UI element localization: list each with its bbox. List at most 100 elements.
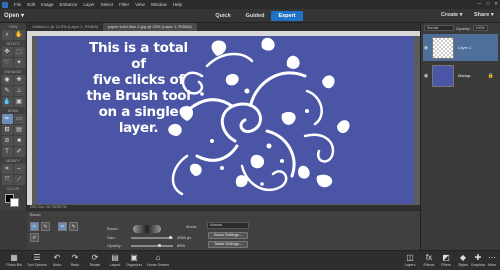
menu-help[interactable]: Help: [173, 2, 182, 7]
more-button[interactable]: ⋯ More: [485, 252, 499, 267]
size-slider-knob[interactable]: [169, 236, 172, 239]
layout-button[interactable]: ▤ Layout: [105, 252, 125, 267]
organizer-icon: ▣: [130, 253, 138, 262]
content-aware-move-tool-icon[interactable]: ⤧: [1, 175, 13, 185]
opacity-slider[interactable]: [131, 245, 173, 247]
home-screen-button[interactable]: ⌂ Home Screen: [146, 252, 170, 267]
redo-button[interactable]: ↷ Redo: [67, 252, 83, 267]
minimize-button[interactable]: —: [477, 1, 482, 7]
effects-button[interactable]: fx Effects: [421, 252, 437, 267]
crop-tool-icon[interactable]: ⌗: [1, 164, 13, 174]
clone-stamp-tool-icon[interactable]: ⊥: [13, 86, 25, 96]
menu-view[interactable]: View: [135, 2, 145, 7]
menu-filter[interactable]: Filter: [119, 2, 129, 7]
graphics-button[interactable]: ✚ Graphics: [470, 252, 486, 267]
styles-button[interactable]: ◆ Styles: [455, 252, 471, 267]
mode-expert[interactable]: Expert: [271, 11, 303, 21]
straighten-tool-icon[interactable]: ⟋: [13, 175, 25, 185]
tools-section-modify: MODIFY: [6, 159, 20, 163]
lasso-tool-icon[interactable]: ➰: [1, 58, 13, 68]
brush-preview[interactable]: [133, 225, 161, 233]
recompose-tool-icon[interactable]: ⇔: [13, 164, 25, 174]
brush-tool-icon[interactable]: ✏: [1, 114, 13, 124]
tools-section-enhance: ENHANCE: [4, 70, 22, 74]
eye-icon[interactable]: ◉: [423, 45, 429, 51]
tool-options-panel: Brush ✏ ✎ ✐ ✏ ✎ Brush: Size: 2000 px Opa…: [27, 210, 420, 250]
create-button[interactable]: Create ▾: [441, 12, 462, 18]
paint-bucket-tool-icon[interactable]: ⛾: [1, 125, 13, 135]
app-logo: [2, 1, 8, 8]
blur-tool-icon[interactable]: 💧: [1, 97, 13, 107]
shape-tool-icon[interactable]: ■: [13, 136, 25, 146]
tools-panel: VIEW ⌕ ✋ SELECT ✥ ⬚ ➰ ✦ ENHANCE ◉ ✚ ✎ ⊥ …: [0, 23, 27, 210]
menu-file[interactable]: File: [14, 2, 21, 7]
tools-section-color: COLOR: [6, 187, 20, 191]
sponge-tool-icon[interactable]: ▣: [13, 97, 25, 107]
pencil-tool-icon[interactable]: ✐: [13, 147, 25, 157]
brush-settings-button[interactable]: Brush Settings...: [208, 232, 248, 239]
maximize-button[interactable]: □: [487, 1, 490, 7]
filters-button[interactable]: ◩ Filters: [438, 252, 454, 267]
move-tool-icon[interactable]: ✥: [1, 47, 13, 57]
mode-label: Mode:: [186, 224, 198, 229]
menu-image[interactable]: Image: [41, 2, 54, 7]
share-button[interactable]: Share ▾: [474, 12, 494, 18]
open-button[interactable]: Open ▾: [4, 12, 24, 19]
background-color-swatch[interactable]: [10, 198, 19, 207]
mode-quick[interactable]: Quick: [207, 11, 239, 21]
organizer-button[interactable]: ▣ Organizer: [123, 252, 145, 267]
color-picker-tool-icon[interactable]: ⊘: [1, 136, 13, 146]
tools-section-draw: DRAW: [7, 109, 19, 113]
color-replacement-brush-button[interactable]: ✐: [30, 233, 39, 242]
brush-mode-button[interactable]: ✏: [58, 222, 67, 231]
layer-row-background[interactable]: ◉ Backgr... 🔒: [423, 62, 498, 89]
magic-wand-tool-icon[interactable]: ✦: [13, 58, 25, 68]
marquee-tool-icon[interactable]: ⬚: [13, 47, 25, 57]
menu-enhance[interactable]: Enhance: [60, 2, 78, 7]
layers-panel: Normal Opacity: 100% ◉ Layer 1 ◉ Backgr.…: [420, 23, 500, 250]
type-tool-icon[interactable]: T: [1, 147, 13, 157]
opacity-value: 69%: [177, 243, 186, 248]
blend-mode-dropdown[interactable]: Normal: [424, 25, 454, 31]
size-label: Size:: [107, 235, 116, 240]
menu-select[interactable]: Select: [101, 2, 114, 7]
gradient-tool-icon[interactable]: ▤: [13, 125, 25, 135]
eye-tool-icon[interactable]: ◉: [1, 75, 13, 85]
airbrush-mode-button[interactable]: ✎: [69, 222, 78, 231]
size-slider[interactable]: [131, 237, 173, 239]
mode-dropdown[interactable]: Normal: [207, 222, 249, 229]
zoom-tool-icon[interactable]: ⌕: [1, 30, 13, 40]
layer-row-layer-1[interactable]: ◉ Layer 1: [423, 34, 498, 61]
mode-guided[interactable]: Guided: [239, 11, 271, 21]
lock-icon: 🔒: [487, 72, 494, 79]
photo-bin-button[interactable]: ▦ Photo Bin: [3, 252, 25, 267]
canvas-image[interactable]: This is a total of five clicks of the Br…: [37, 36, 414, 204]
tablet-settings-button[interactable]: Tablet Settings...: [208, 241, 248, 248]
tool-options-button[interactable]: ☰ Tool Options: [25, 252, 49, 267]
hand-tool-icon[interactable]: ✋: [13, 30, 25, 40]
layers-button[interactable]: ◫ Layers: [402, 252, 418, 267]
tab-paper-solid-blue[interactable]: paper solid blue 2.jpg @ 25% (Layer 1, R…: [103, 23, 197, 31]
menu-window[interactable]: Window: [151, 2, 167, 7]
menu-layer[interactable]: Layer: [83, 2, 94, 7]
eraser-tool-icon[interactable]: ▭: [13, 114, 25, 124]
rotate-button[interactable]: ⟳ Rotate: [85, 252, 105, 267]
color-swatches[interactable]: [3, 193, 23, 207]
spot-healing-tool-icon[interactable]: ✚: [13, 75, 25, 85]
smart-brush-tool-icon[interactable]: ✎: [1, 86, 13, 96]
photo-bin-icon: ▦: [10, 253, 18, 262]
ruler-vertical: [27, 31, 32, 205]
menu-bar: File Edit Image Enhance Layer Select Fil…: [0, 0, 500, 9]
caption-line-1: This is a total of: [89, 40, 188, 72]
opacity-label: Opacity:: [107, 243, 122, 248]
mode-switcher: Quick Guided Expert: [207, 11, 303, 21]
layer-opacity-field[interactable]: 100%: [472, 25, 488, 31]
impressionist-brush-button[interactable]: ✎: [41, 222, 50, 231]
tab-untitled-1[interactable]: Untitled-1 @ 12.5% (Layer 1, RGB/8): [27, 23, 103, 31]
undo-button[interactable]: ↶ Undo: [49, 252, 65, 267]
styles-icon: ◆: [459, 253, 467, 262]
menu-edit[interactable]: Edit: [27, 2, 35, 7]
eye-icon[interactable]: ◉: [423, 73, 429, 79]
brush-variant-button[interactable]: ✏: [30, 222, 39, 231]
close-button[interactable]: ✕: [494, 1, 498, 7]
